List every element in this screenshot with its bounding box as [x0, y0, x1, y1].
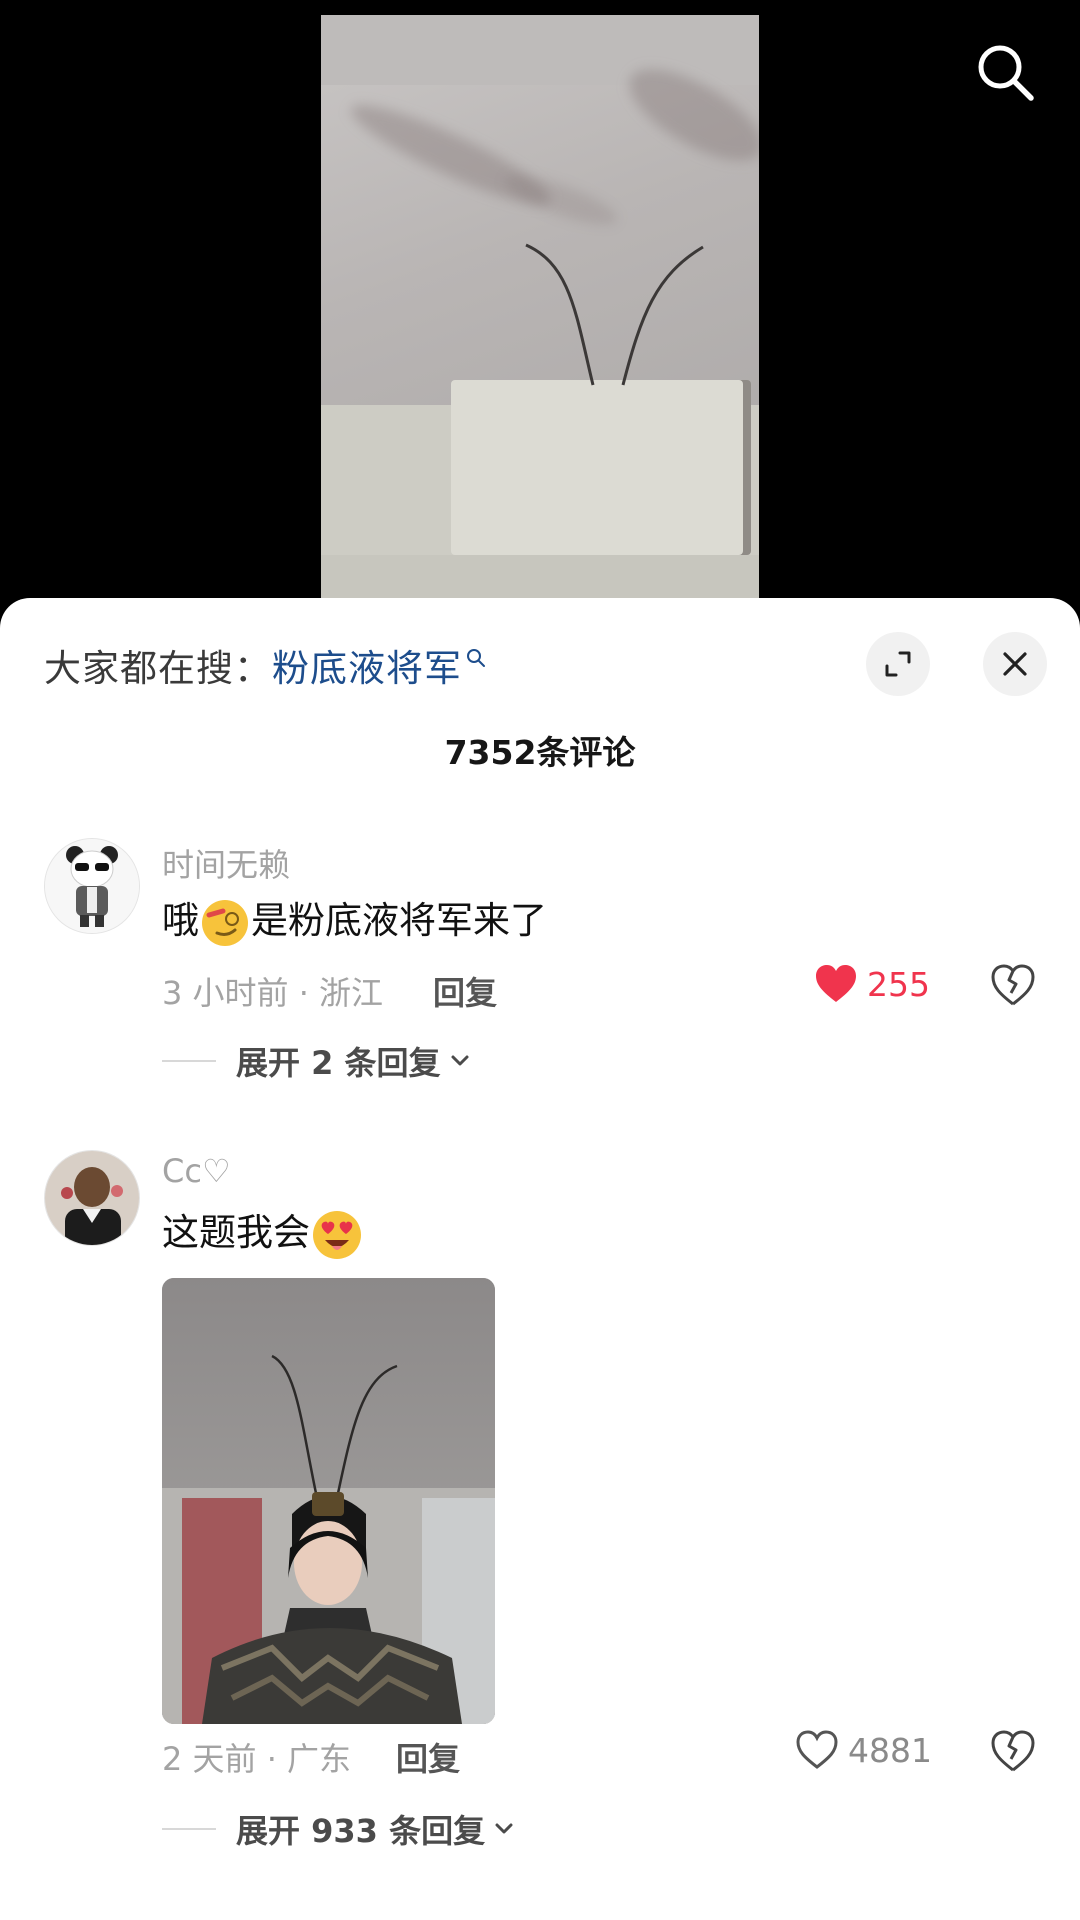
girl-avatar-image [45, 1151, 139, 1245]
heart-eyes-emoji [313, 1210, 361, 1259]
comment-text-part: 是粉底液将军来了 [251, 899, 547, 942]
close-icon [1003, 652, 1027, 676]
smirk-emoji [202, 899, 248, 946]
close-button[interactable] [983, 632, 1047, 696]
video-player[interactable] [321, 15, 759, 600]
video-antennae [525, 243, 704, 386]
like-button[interactable]: 4881 [796, 1730, 932, 1770]
expand-replies[interactable]: 展开 2 条回复 [162, 1038, 473, 1084]
like-button[interactable]: 255 [815, 964, 930, 1004]
reply-button[interactable]: 回复 [396, 1734, 460, 1780]
divider-line [162, 1828, 216, 1830]
expand-button[interactable] [866, 632, 930, 696]
comment-sheet: 大家都在搜：粉底液将军 7352条评论 时间无赖 哦 是粉底液将军来了 3 小时… [0, 598, 1080, 1920]
comment-time-location: 3 小时前 · 浙江 [162, 974, 384, 1012]
broken-heart-icon[interactable] [990, 1728, 1036, 1774]
heart-outline-icon [796, 1730, 838, 1769]
expand-replies-label: 展开 933 条回复 [236, 1812, 486, 1850]
avatar[interactable] [44, 1150, 140, 1246]
like-count: 255 [867, 964, 930, 1004]
heart-icon [816, 965, 856, 1002]
comment-username[interactable]: 时间无赖 [162, 840, 290, 886]
expand-icon [885, 651, 911, 677]
avatar[interactable] [44, 838, 140, 934]
panda-avatar-image [45, 839, 139, 933]
expand-replies-label: 展开 2 条回复 [236, 1044, 441, 1082]
suggestion-prefix: 大家都在搜： [44, 647, 272, 690]
comment-text: 哦 是粉底液将军来了 [162, 890, 547, 949]
like-count: 4881 [848, 1730, 932, 1770]
expand-replies[interactable]: 展开 933 条回复 [162, 1806, 517, 1852]
comment-count: 7352条评论 [444, 733, 636, 772]
search-icon [467, 648, 485, 667]
suggestion-keyword[interactable]: 粉底液将军 [272, 647, 462, 690]
comment-text: 这题我会 [162, 1202, 364, 1262]
meme-image [162, 1278, 495, 1724]
reply-button[interactable]: 回复 [433, 968, 497, 1014]
comment-text-part: 哦 [162, 899, 199, 942]
divider-line [162, 1060, 216, 1062]
comment-username[interactable]: Cc♡ [162, 1152, 231, 1190]
broken-heart-icon[interactable] [990, 962, 1036, 1008]
search-icon[interactable] [975, 42, 1037, 104]
chevron-down-icon [495, 1823, 513, 1834]
comment-image[interactable] [162, 1278, 495, 1724]
chevron-down-icon [451, 1055, 469, 1066]
comment-text-part: 这题我会 [162, 1211, 310, 1254]
search-suggestion[interactable]: 大家都在搜：粉底液将军 [44, 638, 486, 692]
comment-time-location: 2 天前 · 广东 [162, 1740, 352, 1778]
